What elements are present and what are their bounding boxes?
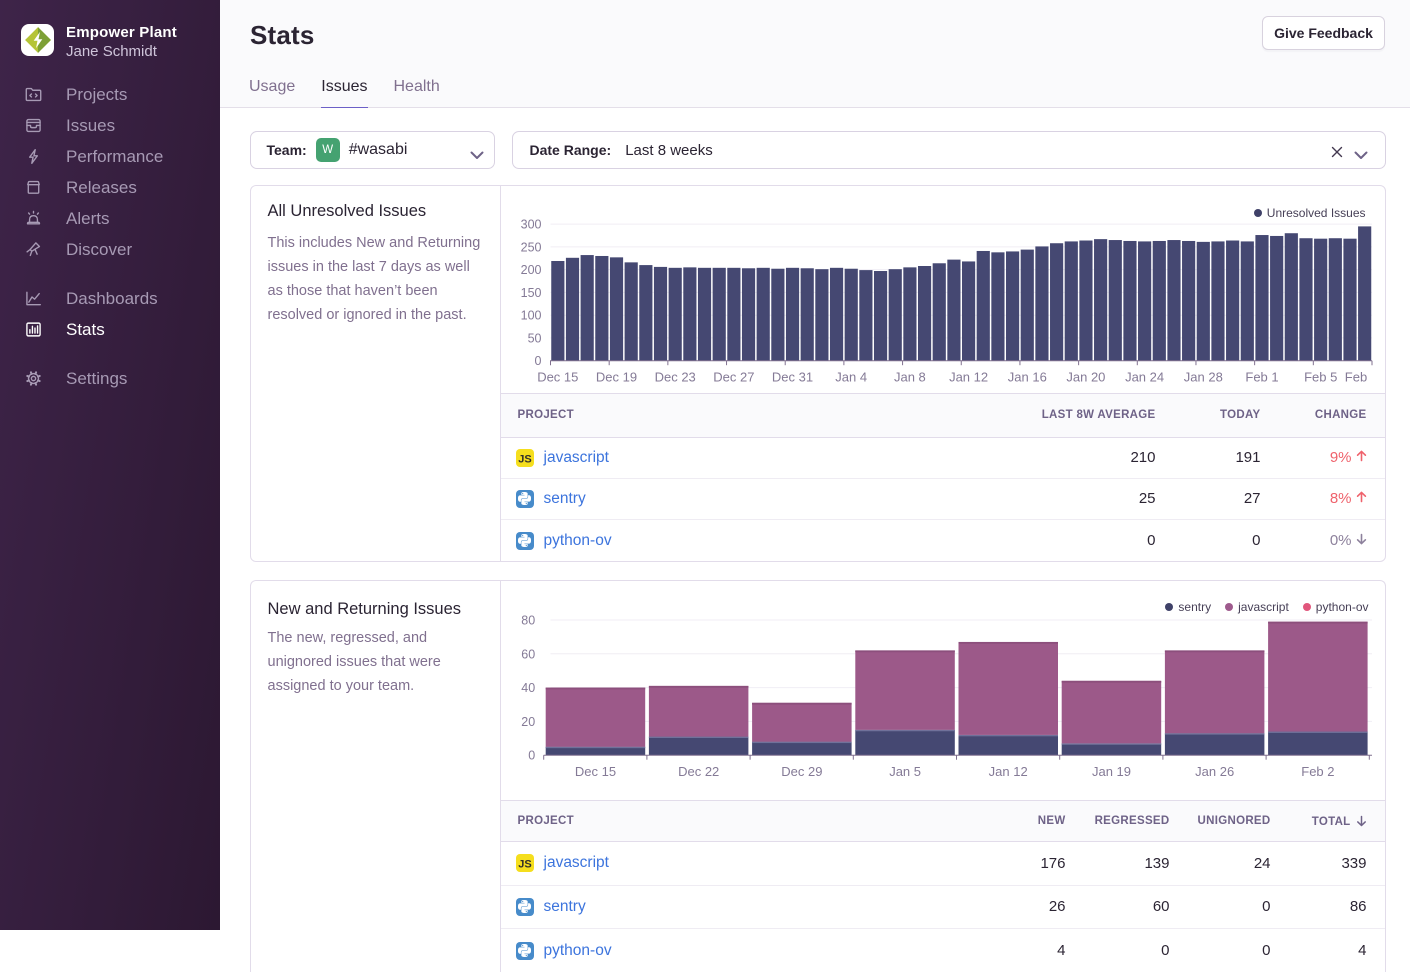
svg-text:150: 150 [520,285,541,299]
svg-text:Feb: Feb [1344,369,1366,384]
svg-text:Dec 15: Dec 15 [574,764,615,779]
svg-text:Jan 19: Jan 19 [1091,764,1130,779]
svg-text:40: 40 [521,681,535,695]
svg-text:0: 0 [534,354,541,368]
svg-text:JS: JS [518,453,531,465]
svg-text:Jan 12: Jan 12 [949,369,988,384]
svg-text:Dec 22: Dec 22 [678,764,719,779]
svg-text:Jan 5: Jan 5 [889,764,921,779]
svg-text:Jan 12: Jan 12 [988,764,1027,779]
svg-text:Jan 16: Jan 16 [1007,369,1046,384]
svg-text:Dec 15: Dec 15 [537,369,578,384]
svg-text:Jan 24: Jan 24 [1125,369,1164,384]
svg-text:Feb 5: Feb 5 [1304,369,1337,384]
svg-text:Dec 31: Dec 31 [771,369,812,384]
svg-text:80: 80 [521,614,535,628]
svg-text:200: 200 [520,263,541,277]
svg-text:300: 300 [520,217,541,231]
svg-text:60: 60 [521,647,535,661]
svg-text:Dec 29: Dec 29 [781,764,822,779]
svg-text:Feb 2: Feb 2 [1301,764,1334,779]
svg-text:20: 20 [521,715,535,729]
svg-text:Dec 19: Dec 19 [595,369,636,384]
svg-text:50: 50 [527,331,541,345]
svg-text:JS: JS [518,859,531,871]
svg-text:0: 0 [528,749,535,763]
svg-text:250: 250 [520,240,541,254]
svg-text:Jan 20: Jan 20 [1066,369,1105,384]
svg-text:Jan 28: Jan 28 [1183,369,1222,384]
svg-text:Dec 23: Dec 23 [654,369,695,384]
svg-text:Jan 26: Jan 26 [1195,764,1234,779]
svg-text:Feb 1: Feb 1 [1245,369,1278,384]
svg-text:100: 100 [520,308,541,322]
svg-text:Jan 8: Jan 8 [893,369,925,384]
svg-text:Jan 4: Jan 4 [835,369,867,384]
svg-text:Dec 27: Dec 27 [713,369,754,384]
